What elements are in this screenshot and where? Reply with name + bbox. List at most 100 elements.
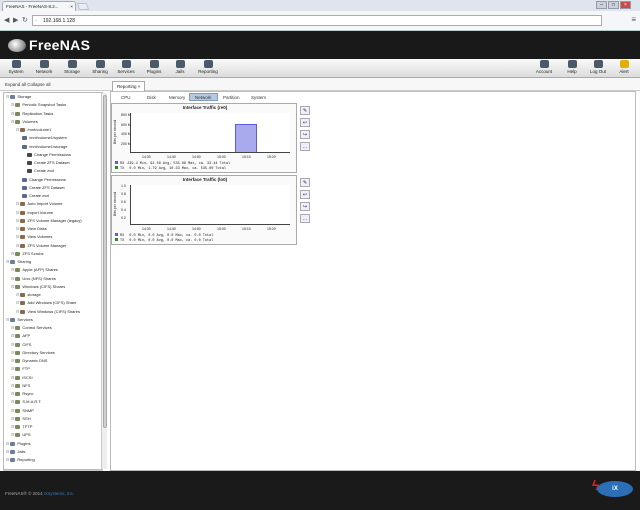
maximize-icon[interactable]: □	[608, 1, 619, 9]
new-tab-button[interactable]	[76, 3, 90, 10]
tree-item[interactable]: Change Permissions	[26, 152, 71, 157]
tree-expander-icon[interactable]: ⊟	[11, 119, 14, 124]
reload-icon[interactable]: ↻	[22, 16, 28, 24]
tree-expander-icon[interactable]: ⊟	[16, 234, 19, 239]
tree-item[interactable]: ⊟ storage	[16, 292, 41, 297]
tree-item[interactable]: ⊟ Unix (NFS) Shares	[11, 276, 56, 281]
tree-item[interactable]: ⊟ Apple (AFP) Shares	[11, 267, 58, 273]
tree-expander-icon[interactable]: ⊟	[6, 457, 9, 462]
tree-expander-icon[interactable]: ⊟	[11, 342, 14, 347]
tree-scrollbar[interactable]	[101, 93, 107, 469]
tree-item[interactable]: ⊟ Import Volume	[16, 210, 53, 215]
tree-expander-icon[interactable]: ⊟	[16, 292, 19, 297]
tab-network[interactable]: Network	[189, 93, 218, 101]
tree-expander-icon[interactable]: ⊟	[16, 210, 19, 215]
tree-expander-icon[interactable]: ⊟	[11, 333, 14, 338]
tree-item[interactable]: ⊟ Reporting	[6, 457, 35, 462]
more-icon[interactable]: …	[300, 214, 310, 223]
tree-item[interactable]: ⊟ FTP	[11, 366, 30, 372]
toolbar-reporting-button[interactable]: Reporting	[196, 60, 220, 74]
tree-expander-icon[interactable]: ⊟	[11, 111, 14, 116]
tree-item[interactable]: ⊟ TFTP	[11, 424, 32, 429]
tree-item[interactable]: /mnt/volume1/system	[21, 135, 67, 141]
more-icon[interactable]: …	[300, 142, 310, 151]
tree-expander-icon[interactable]: ⊟	[11, 416, 14, 421]
close-window-icon[interactable]: ×	[620, 1, 631, 9]
tree-item[interactable]: /mnt/volume1/storage	[21, 144, 67, 149]
tree-item[interactable]: ⊟ View Volumes	[16, 234, 52, 240]
tree-item[interactable]: ⊟ View Windows (CIFS) Shares	[16, 309, 80, 314]
url-field[interactable]: ▫ 192.168.1.128	[32, 15, 602, 26]
tree-expander-icon[interactable]: ⊟	[11, 432, 14, 437]
tree-item[interactable]: ⊟ Sharing	[6, 259, 31, 264]
tree-item[interactable]: ⊟ Directory Services	[11, 350, 55, 355]
tree-item[interactable]: ⊟ Auto Import Volume	[16, 201, 63, 207]
tab-partition[interactable]: Partition	[217, 93, 246, 101]
tree-item[interactable]: ⊟ SNMP	[11, 408, 34, 413]
tree-item[interactable]: ⊟ UPS	[11, 432, 31, 438]
tree-item[interactable]: ⊟ View Disks	[16, 226, 47, 231]
zoom-in-icon[interactable]: ✎	[300, 178, 310, 187]
tree-item[interactable]: ⊟ iSCSI	[11, 375, 33, 380]
tree-item[interactable]: ⊟ /mnt/volume1	[16, 127, 51, 132]
ixsystems-link[interactable]: iXsystems, Inc.	[44, 491, 74, 496]
tree-item[interactable]: ⊟ Windows (CIFS) Shares	[11, 284, 65, 289]
tab-system[interactable]: System	[245, 93, 272, 101]
tree-item[interactable]: ⊟ Dynamic DNS	[11, 358, 47, 363]
tree-expander-icon[interactable]: ⊟	[11, 424, 14, 429]
tree-expander-icon[interactable]: ⊟	[11, 350, 14, 355]
tree-item[interactable]: ⊟ ZFS Volume Manager (legacy)	[16, 218, 82, 223]
tree-item[interactable]: ⊟ SSH	[11, 416, 31, 421]
tree-expander-icon[interactable]: ⊟	[11, 267, 14, 272]
toolbar-storage-button[interactable]: Storage	[60, 60, 84, 74]
tree-expander-icon[interactable]: ⊟	[16, 309, 19, 314]
close-tab-icon[interactable]: ×	[70, 4, 73, 9]
tab-reporting[interactable]: Reporting ×	[112, 81, 146, 91]
tree-expander-icon[interactable]: ⊟	[6, 441, 9, 446]
tree-expander-icon[interactable]: ⊟	[11, 375, 14, 380]
back-icon[interactable]: ◀	[4, 16, 9, 24]
tree-expander-icon[interactable]: ⊟	[11, 284, 14, 289]
tree-item[interactable]: ⊟ ZFS Volume Manager	[16, 243, 66, 248]
tab-cpu[interactable]: CPU	[115, 93, 137, 101]
tree-expander-icon[interactable]: ⊟	[11, 251, 14, 256]
tree-expander-icon[interactable]: ⊟	[6, 259, 9, 264]
tree-item[interactable]: ⊟ Storage	[6, 94, 31, 99]
tree-item[interactable]: ⊟ Control Services	[11, 325, 52, 330]
tree-item[interactable]: ⊟ ZFS Scrubs	[11, 251, 43, 256]
close-tab-icon[interactable]: ×	[138, 84, 141, 89]
tree-item[interactable]: ⊟ S.M.A.R.T.	[11, 399, 41, 405]
toolbar-sharing-button[interactable]: Sharing	[88, 60, 112, 74]
tree-expander-icon[interactable]: ⊟	[16, 300, 19, 305]
tree-expander-icon[interactable]: ⊟	[16, 243, 19, 248]
back-icon[interactable]: ↪	[300, 202, 310, 211]
tree-expander-icon[interactable]: ⊟	[16, 127, 19, 132]
tab-disk[interactable]: Disk	[141, 93, 162, 101]
zoom-out-icon[interactable]: ↩	[300, 118, 310, 127]
tree-expander-icon[interactable]: ⊟	[6, 94, 9, 99]
toolbar-help-button[interactable]: Help	[560, 60, 584, 74]
tree-expander-icon[interactable]: ⊟	[16, 201, 19, 206]
tree-expander-icon[interactable]: ⊟	[11, 276, 14, 281]
toolbar-log-out-button[interactable]: Log Out	[586, 60, 610, 74]
expand-collapse-links[interactable]: Expand all Collapse all	[5, 82, 51, 87]
tree-item[interactable]: ⊟ CIFS	[11, 342, 31, 347]
tree-item[interactable]: ⊟ Services	[6, 317, 33, 322]
zoom-out-icon[interactable]: ↩	[300, 190, 310, 199]
tree-item[interactable]: Create zvol	[21, 193, 49, 198]
tree-expander-icon[interactable]: ⊟	[6, 449, 9, 454]
browser-menu-icon[interactable]: ≡	[631, 15, 636, 24]
tree-item[interactable]: ⊟ Volumes	[11, 119, 38, 124]
browser-tab[interactable]: FreeNAS - FreeNAS-8.2... ×	[2, 1, 76, 11]
toolbar-services-button[interactable]: Services	[114, 60, 138, 74]
toolbar-alert-button[interactable]: Alert	[612, 60, 636, 74]
tree-item[interactable]: Create ZFS Dataset	[21, 185, 65, 190]
scrollbar-thumb[interactable]	[103, 95, 107, 428]
toolbar-system-button[interactable]: System	[4, 60, 28, 74]
forward-icon[interactable]: ▶	[13, 16, 18, 24]
tree-expander-icon[interactable]: ⊟	[11, 366, 14, 371]
tree-item[interactable]: ⊟ Replication Tasks	[11, 111, 53, 116]
tree-expander-icon[interactable]: ⊟	[6, 317, 9, 322]
tree-expander-icon[interactable]: ⊟	[11, 358, 14, 363]
tree-expander-icon[interactable]: ⊟	[16, 218, 19, 223]
